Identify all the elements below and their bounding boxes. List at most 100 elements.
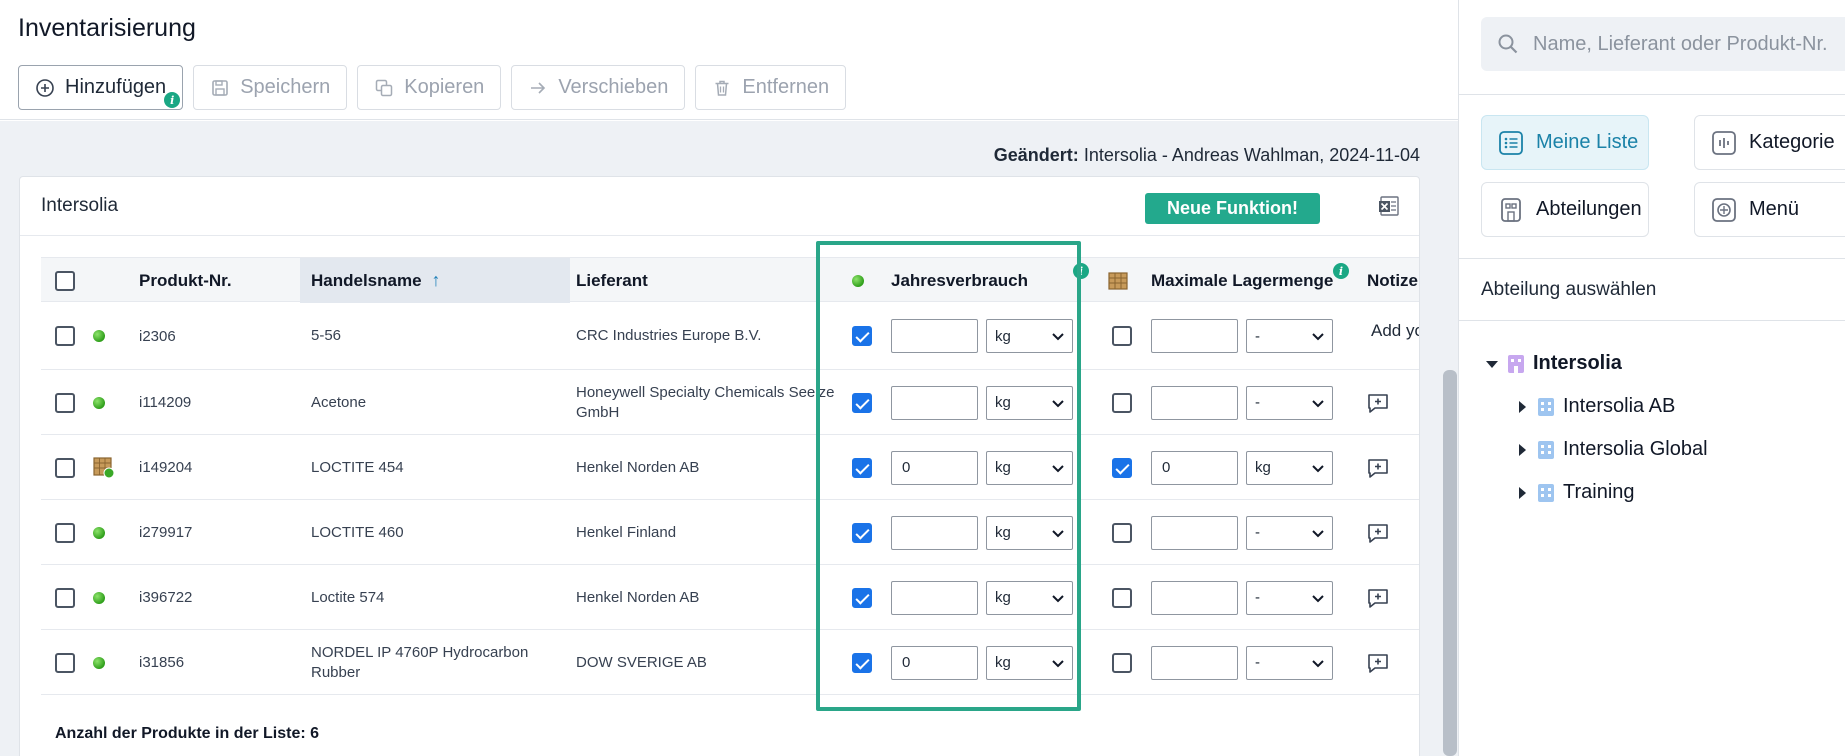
excel-export-icon[interactable]: [1378, 195, 1400, 217]
annual-use-checkbox[interactable]: [852, 326, 872, 346]
row-select-checkbox[interactable]: [55, 326, 75, 346]
remove-button[interactable]: Entfernen: [695, 65, 847, 110]
storage-checkbox[interactable]: [1112, 457, 1132, 478]
add-note-icon[interactable]: [1366, 391, 1390, 415]
max-storage-input[interactable]: [1151, 515, 1238, 550]
add-note-icon[interactable]: [1366, 521, 1390, 545]
view-menu-button[interactable]: Menü: [1694, 182, 1845, 237]
max-storage-input[interactable]: [1151, 580, 1238, 615]
product-no: i396722: [139, 589, 193, 606]
storage-checkbox[interactable]: [1112, 326, 1132, 346]
storage-unit-select[interactable]: -: [1246, 515, 1333, 550]
annual-unit-select[interactable]: kg: [986, 319, 1073, 353]
annual-use-input[interactable]: [891, 385, 978, 420]
storage-checkbox[interactable]: [1112, 392, 1132, 413]
annual-unit-select[interactable]: kg: [986, 385, 1073, 420]
search-input[interactable]: Name, Lieferant oder Produkt-Nr.: [1481, 17, 1845, 71]
tree-item-child[interactable]: Training: [1515, 481, 1635, 504]
view-departments-button[interactable]: Abteilungen: [1481, 182, 1649, 237]
scrollbar-thumb[interactable]: [1443, 370, 1457, 756]
inventory-card: Intersolia Neue Funktion! Produkt-Nr. Ha…: [19, 176, 1420, 756]
tree-item-root[interactable]: Intersolia: [1485, 352, 1622, 375]
annual-unit-cell: kg: [986, 302, 1076, 370]
annual-unit-select[interactable]: kg: [986, 580, 1073, 615]
storage-checkbox[interactable]: [1112, 587, 1132, 608]
notes-cell: [1366, 435, 1406, 500]
view-category-button[interactable]: Kategorie: [1694, 115, 1845, 170]
annual-use-checkbox[interactable]: [852, 457, 872, 478]
status-cell: [93, 302, 123, 370]
max-storage-input[interactable]: 0: [1151, 450, 1238, 485]
header-trade-name[interactable]: Handelsname ↑: [300, 258, 570, 303]
notes-cell[interactable]: Add your: [1371, 302, 1419, 360]
header-storage-icon: [1107, 258, 1137, 303]
annual-use-input[interactable]: 0: [891, 450, 978, 485]
tree-item-child[interactable]: Intersolia Global: [1515, 438, 1708, 461]
header-max-storage[interactable]: Maximale Lagermenge: [1151, 258, 1351, 303]
storage-checkbox[interactable]: [1112, 652, 1132, 673]
max-storage-info-icon[interactable]: i: [1333, 263, 1349, 279]
annual-input-cell: [891, 500, 981, 565]
copy-button[interactable]: Kopieren: [357, 65, 502, 110]
annual-use-checkbox[interactable]: [852, 522, 872, 543]
annual-unit-select[interactable]: kg: [986, 515, 1073, 550]
annual-unit-select[interactable]: kg: [986, 450, 1073, 485]
storage-unit-select[interactable]: -: [1246, 645, 1333, 680]
supplier: Henkel Norden AB: [576, 458, 700, 476]
annual-unit-cell: kg: [986, 565, 1076, 630]
view-my-list-button[interactable]: Meine Liste: [1481, 115, 1649, 170]
header-notes[interactable]: Notizen: [1367, 258, 1419, 303]
annual-input-cell: 0: [891, 630, 981, 695]
storage-unit-select[interactable]: -: [1246, 319, 1333, 353]
status-cell: [93, 435, 123, 500]
add-note-icon[interactable]: [1366, 456, 1390, 480]
new-feature-button[interactable]: Neue Funktion!: [1145, 193, 1320, 224]
annual-use-input[interactable]: 0: [891, 645, 978, 680]
add-button[interactable]: Hinzufügen i: [18, 65, 184, 110]
annual-use-input[interactable]: [891, 319, 978, 353]
add-note-icon[interactable]: [1366, 586, 1390, 610]
caret-right-icon[interactable]: [1515, 486, 1529, 500]
annual-use-info-icon[interactable]: i: [1073, 263, 1089, 279]
caret-right-icon[interactable]: [1515, 400, 1529, 414]
row-select-checkbox[interactable]: [55, 587, 75, 608]
header-supplier[interactable]: Lieferant: [576, 258, 846, 303]
view-menu-label: Menü: [1749, 198, 1800, 220]
max-storage-input[interactable]: [1151, 385, 1238, 420]
storage-unit-select[interactable]: kg: [1246, 450, 1333, 485]
save-button[interactable]: Speichern: [193, 65, 348, 110]
move-button[interactable]: Verschieben: [511, 65, 686, 110]
annual-use-checkbox[interactable]: [852, 392, 872, 413]
copy-icon: [374, 78, 394, 98]
annual-use-checkbox[interactable]: [852, 652, 872, 673]
trade-name: 5-56: [311, 327, 342, 344]
side-divider: [1459, 94, 1845, 95]
product-no: i2306: [139, 327, 176, 345]
row-select-checkbox[interactable]: [55, 392, 75, 413]
caret-right-icon[interactable]: [1515, 443, 1529, 457]
annual-use-checkbox[interactable]: [852, 587, 872, 608]
building-icon: [1538, 397, 1554, 416]
trade-name-cell: LOCTITE 454: [311, 435, 566, 500]
supplier-cell: Henkel Norden AB: [576, 565, 846, 630]
header-annual-use[interactable]: Jahresverbrauch: [891, 258, 1091, 303]
storage-unit-select[interactable]: -: [1246, 385, 1333, 420]
storage-unit-select[interactable]: -: [1246, 580, 1333, 615]
storage-checkbox[interactable]: [1112, 522, 1132, 543]
product-no-cell: i396722: [139, 565, 269, 630]
max-storage-input[interactable]: [1151, 645, 1238, 680]
add-note-icon[interactable]: [1366, 651, 1390, 675]
annual-unit-select[interactable]: kg: [986, 645, 1073, 680]
max-storage-input[interactable]: [1151, 319, 1238, 353]
select-all-checkbox[interactable]: [55, 270, 75, 291]
add-note-text[interactable]: Add your: [1371, 321, 1419, 341]
annual-use-input[interactable]: [891, 580, 978, 615]
caret-down-icon[interactable]: [1485, 357, 1499, 371]
row-select-checkbox[interactable]: [55, 652, 75, 673]
row-select-checkbox[interactable]: [55, 457, 75, 478]
annual-use-input[interactable]: [891, 515, 978, 550]
tree-item-child[interactable]: Intersolia AB: [1515, 395, 1675, 418]
info-badge[interactable]: i: [164, 92, 181, 108]
row-select-checkbox[interactable]: [55, 522, 75, 543]
header-product-no[interactable]: Produkt-Nr.: [139, 258, 279, 303]
